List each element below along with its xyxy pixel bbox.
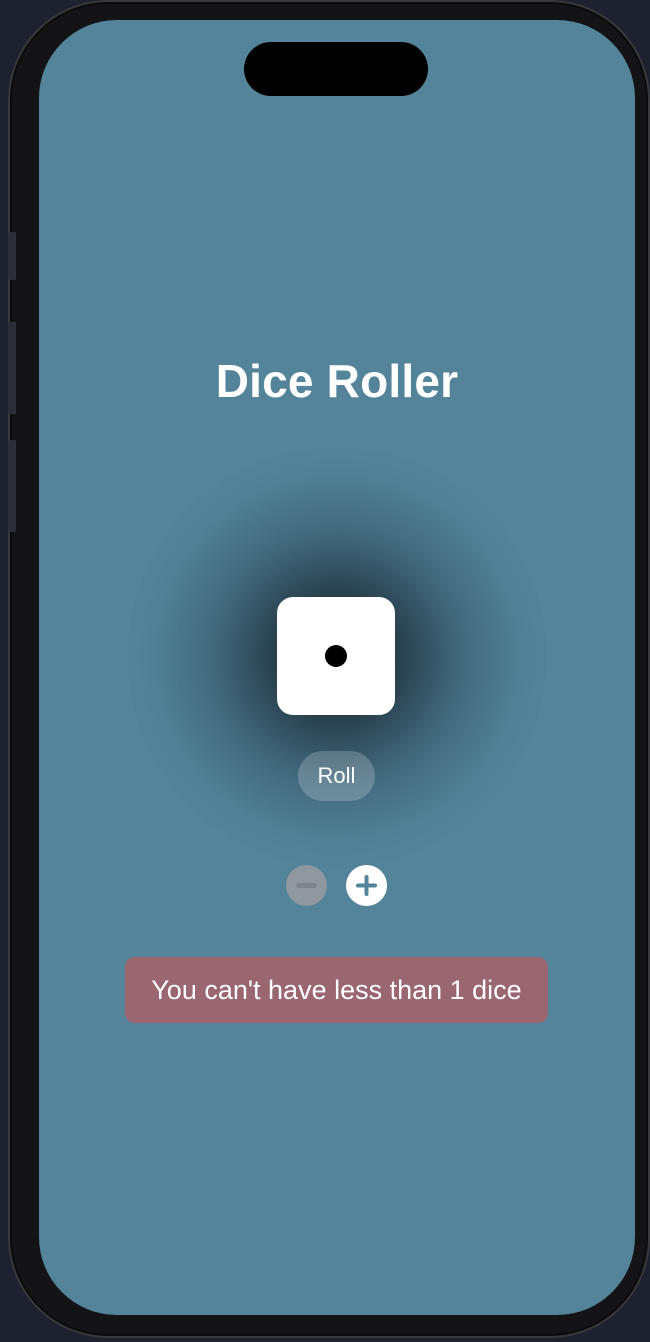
die-pip <box>325 645 347 667</box>
volume-down-button <box>8 440 16 532</box>
minus-icon <box>296 883 317 888</box>
device-frame: Dice Roller Roll You can't have less tha… <box>8 0 650 1338</box>
plus-icon <box>356 875 377 896</box>
action-button <box>8 232 16 280</box>
decrease-dice-button[interactable] <box>286 865 327 906</box>
roll-button[interactable]: Roll <box>298 751 375 801</box>
die-face-one <box>277 597 395 715</box>
increase-dice-button[interactable] <box>346 865 387 906</box>
dynamic-island <box>244 42 428 96</box>
volume-up-button <box>8 322 16 414</box>
error-message: You can't have less than 1 dice <box>125 957 548 1023</box>
page-title: Dice Roller <box>215 355 459 407</box>
app-screen: Dice Roller Roll You can't have less tha… <box>39 20 635 1315</box>
